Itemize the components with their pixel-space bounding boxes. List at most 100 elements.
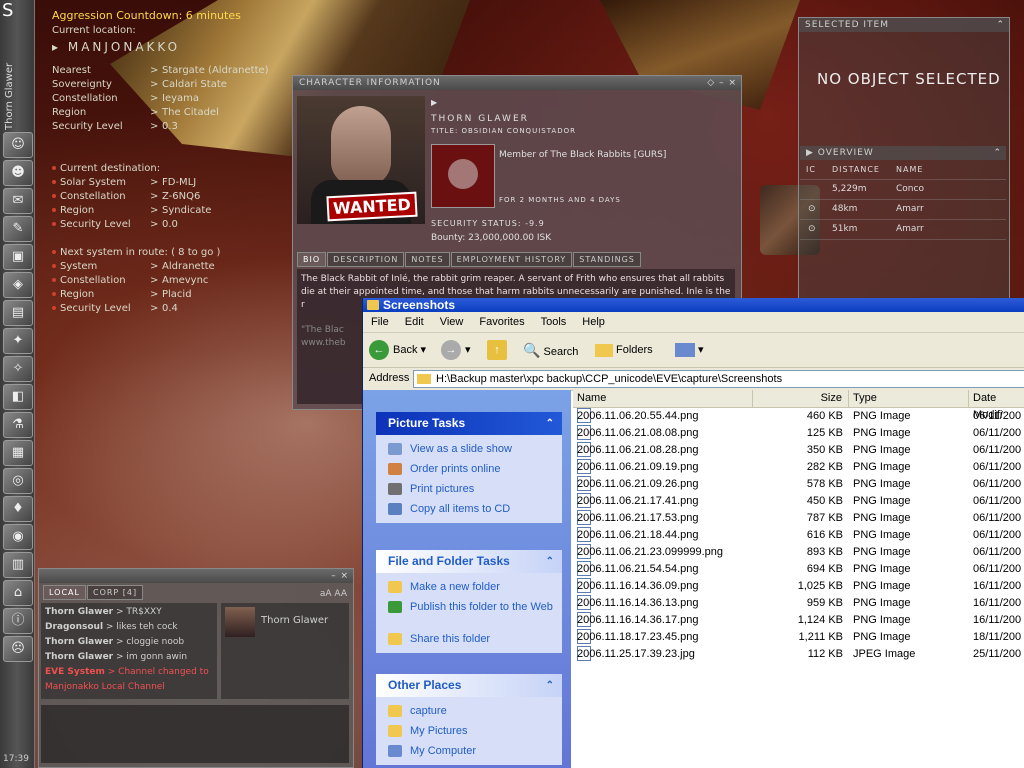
file-tasks-header[interactable]: File and Folder Tasks ⌃ [376, 550, 562, 573]
chat-author[interactable]: Thorn Glawer [45, 652, 113, 662]
overview-row[interactable]: 5,229m Conco [800, 180, 1006, 200]
overview-row[interactable]: ⊙ 51km Amarr [800, 220, 1006, 240]
neocom-top-label[interactable]: S [2, 2, 13, 20]
file-row[interactable]: 2006.11.06.21.08.08.png 125 KB PNG Image 06… [573, 425, 1024, 442]
journal-icon[interactable]: ▤ [3, 300, 33, 326]
corporation-icon[interactable]: ✦ [3, 328, 33, 354]
picture-tasks-header[interactable]: Picture Tasks ⌃ [376, 412, 562, 435]
info-icon[interactable]: ⓘ [3, 608, 33, 634]
chat-input[interactable] [41, 705, 349, 763]
overview-row[interactable]: ⊙ 48km Amarr [800, 200, 1006, 220]
assets-icon[interactable]: ▣ [3, 244, 33, 270]
task-item[interactable]: Make a new folder [376, 577, 562, 597]
explorer-titlebar[interactable]: Screenshots [363, 298, 1024, 312]
task-item[interactable]: Share this folder [376, 629, 562, 649]
selected-item-titlebar[interactable]: SELECTED ITEM ⌃ [799, 18, 1009, 32]
member-name[interactable]: Thorn Glawer [261, 615, 328, 626]
task-item[interactable]: View as a slide show [376, 439, 562, 459]
task-item[interactable]: My Pictures [376, 721, 562, 741]
task-item[interactable]: Order prints online [376, 459, 562, 479]
fleet-icon[interactable]: ✧ [3, 356, 33, 382]
pin-icon[interactable]: ◇ [707, 78, 715, 88]
close-icon[interactable]: × [728, 78, 737, 88]
chat-author[interactable]: Dragonsoul [45, 622, 103, 632]
chat-close-icon[interactable]: × [340, 571, 349, 581]
science-icon[interactable]: ⚗ [3, 412, 33, 438]
chat-minimize-icon[interactable]: – [331, 571, 337, 581]
chat-author[interactable]: EVE System [45, 667, 105, 677]
file-row[interactable]: 2006.11.06.21.08.28.png 350 KB PNG Image 06… [573, 442, 1024, 459]
mail-icon[interactable]: ✉ [3, 188, 33, 214]
info-value[interactable]: Aldranette [162, 261, 215, 272]
info-value[interactable]: Amevync [162, 275, 208, 286]
back-button[interactable]: ← Back ▾ [369, 339, 426, 361]
info-value[interactable]: Placid [162, 289, 192, 300]
file-tasks-chevron-icon[interactable]: ⌃ [546, 550, 554, 573]
col-name[interactable]: NAME [896, 160, 923, 179]
menu-edit[interactable]: Edit [397, 312, 432, 332]
file-row[interactable]: 2006.11.16.14.36.17.png 1,124 KB PNG Image… [573, 612, 1024, 629]
info-value[interactable]: Z-6NQ6 [162, 191, 200, 202]
info-value[interactable]: Caldari State [162, 79, 227, 90]
chat-toolbar[interactable]: aA AA [320, 589, 347, 599]
info-value[interactable]: The Citadel [162, 107, 219, 118]
col-name-header[interactable]: Name [573, 390, 753, 407]
col-size-header[interactable]: Size [753, 390, 849, 407]
menu-view[interactable]: View [432, 312, 472, 332]
collapse-icon[interactable]: ⌃ [996, 18, 1005, 32]
task-item[interactable]: Publish this folder to the Web [376, 597, 562, 629]
col-distance[interactable]: DISTANCE [832, 160, 880, 179]
calculator-icon[interactable]: ▦ [3, 440, 33, 466]
other-places-header[interactable]: Other Places ⌃ [376, 674, 562, 697]
col-date-header[interactable]: Date Modifi [969, 390, 1024, 421]
file-row[interactable]: 2006.11.06.21.17.53.png 787 KB PNG Image 06… [573, 510, 1024, 527]
tab-employment-history[interactable]: EMPLOYMENT HISTORY [450, 252, 573, 267]
file-row[interactable]: 2006.11.16.14.36.13.png 959 KB PNG Image 16… [573, 595, 1024, 612]
info-value[interactable]: Ieyama [162, 93, 199, 104]
task-item[interactable]: My Computer [376, 741, 562, 761]
chat-author[interactable]: Thorn Glawer [45, 607, 113, 617]
avatar-icon[interactable]: ☹ [3, 636, 33, 662]
minimize-icon[interactable]: – [719, 78, 725, 88]
file-row[interactable]: 2006.11.18.17.23.45.png 1,211 KB PNG Image… [573, 629, 1024, 646]
up-folder-button[interactable]: ↑ [487, 339, 511, 361]
info-value[interactable]: Stargate (Aldranette) [162, 65, 269, 76]
file-row[interactable]: 2006.11.06.21.17.41.png 450 KB PNG Image 06… [573, 493, 1024, 510]
search-button[interactable]: 🔍 Search [523, 339, 578, 361]
cargo-icon[interactable]: ◧ [3, 384, 33, 410]
corp-membership[interactable]: Member of The Black Rabbits [GURS] [499, 150, 666, 160]
character-info-titlebar[interactable]: CHARACTER INFORMATION ◇ – × [293, 76, 741, 90]
file-row[interactable]: 2006.11.16.14.36.09.png 1,025 KB PNG Image… [573, 578, 1024, 595]
menu-favorites[interactable]: Favorites [471, 312, 532, 332]
corporation-logo[interactable] [431, 144, 495, 208]
menu-tools[interactable]: Tools [533, 312, 575, 332]
file-row[interactable]: 2006.11.06.21.09.19.png 282 KB PNG Image 06… [573, 459, 1024, 476]
collapse-chevron-icon[interactable]: ⌃ [546, 412, 554, 435]
info-value[interactable]: 0.3 [162, 121, 178, 132]
tab-local[interactable]: LOCAL [43, 585, 86, 600]
market-icon[interactable]: ◉ [3, 524, 33, 550]
notepad-icon[interactable]: ✎ [3, 216, 33, 242]
other-places-chevron-icon[interactable]: ⌃ [546, 674, 554, 697]
info-value[interactable]: FD-MLJ [162, 177, 196, 188]
character-sheet-icon[interactable]: ☺ [3, 132, 33, 158]
views-button[interactable]: ▾ [675, 339, 704, 361]
tab-standings[interactable]: STANDINGS [573, 252, 641, 267]
menu-help[interactable]: Help [574, 312, 613, 332]
chat-author[interactable]: Thorn Glawer [45, 637, 113, 647]
folders-button[interactable]: Folders [595, 339, 653, 361]
tab-description[interactable]: DESCRIPTION [327, 252, 405, 267]
overview-titlebar[interactable]: ▶ OVERVIEW ⌃ [800, 146, 1006, 160]
file-row[interactable]: 2006.11.06.21.23.099999.png 893 KB PNG Ima… [573, 544, 1024, 561]
wallet-icon[interactable]: ♦ [3, 496, 33, 522]
chat-titlebar[interactable]: – × [39, 569, 353, 583]
file-row[interactable]: 2006.11.06.21.54.54.png 694 KB PNG Image 06… [573, 561, 1024, 578]
tab-bio[interactable]: BIO [297, 252, 327, 267]
menu-file[interactable]: File [363, 312, 397, 332]
col-icon[interactable]: IC [806, 160, 816, 179]
tab-corp[interactable]: CORP [4] [86, 585, 144, 600]
system-name[interactable]: ▸ MANJONAKKO [52, 40, 180, 54]
expand-icon[interactable]: ▶ [431, 98, 438, 107]
task-item[interactable]: Print pictures [376, 479, 562, 499]
task-item[interactable]: capture [376, 701, 562, 721]
